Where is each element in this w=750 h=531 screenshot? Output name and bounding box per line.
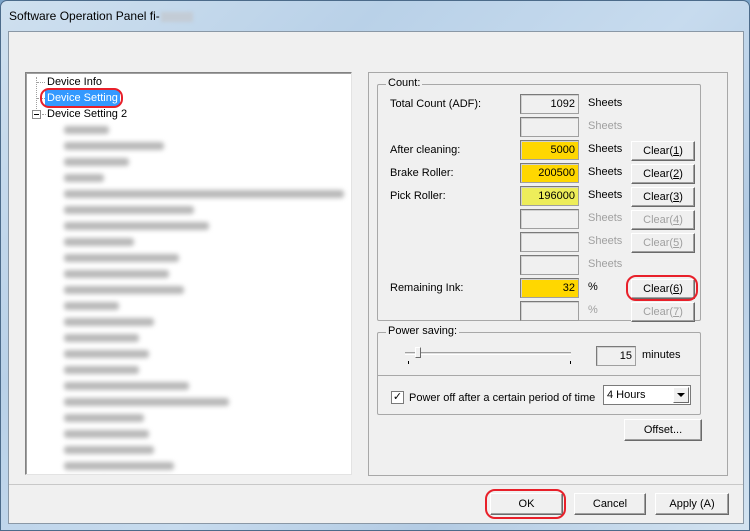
count-value-field: [520, 117, 579, 137]
slider-tick: [408, 361, 409, 364]
clear-button-4[interactable]: Clear(4): [631, 210, 695, 230]
slider-tick: [570, 361, 571, 364]
clear-button-5[interactable]: Clear(5): [631, 233, 695, 253]
dialog-client-area: Device Info Device Setting Device Settin…: [8, 31, 744, 524]
count-row-label: Brake Roller:: [390, 167, 454, 179]
tree-item-redacted[interactable]: [64, 382, 189, 390]
offset-button[interactable]: Offset...: [624, 419, 702, 441]
power-saving-group: Power saving: 15 minutes ✓ Power off aft…: [377, 325, 701, 415]
count-row-label: After cleaning:: [390, 144, 461, 156]
title-bar[interactable]: Software Operation Panel fi-: [1, 1, 749, 31]
clear-button-3[interactable]: Clear(3): [631, 187, 695, 207]
power-off-checkbox[interactable]: ✓: [391, 391, 404, 404]
power-saving-slider[interactable]: [405, 352, 571, 355]
tree-item-redacted[interactable]: [64, 334, 139, 342]
count-value-field: [520, 301, 579, 321]
slider-thumb[interactable]: [414, 347, 421, 358]
tree-item-redacted[interactable]: [64, 158, 129, 166]
tree-item-redacted[interactable]: [64, 254, 179, 262]
tree-item-redacted[interactable]: [64, 318, 154, 326]
tree-item-redacted[interactable]: [64, 398, 229, 406]
tree-item-redacted[interactable]: [64, 174, 104, 182]
tree-item-redacted[interactable]: [64, 302, 119, 310]
tree-item-redacted[interactable]: [64, 366, 139, 374]
count-group-title: Count:: [386, 77, 423, 89]
tree-item-redacted[interactable]: [64, 286, 184, 294]
ok-highlight-oval: [485, 489, 566, 519]
power-saving-minutes-field: 15: [596, 346, 636, 366]
power-saving-title: Power saving:: [386, 325, 460, 337]
count-value-field: [520, 209, 579, 229]
tree-item-device-setting-2[interactable]: Device Setting 2: [47, 106, 127, 122]
clear-button-2[interactable]: Clear(2): [631, 164, 695, 184]
count-unit-label: Sheets: [588, 258, 623, 270]
power-off-period-select[interactable]: 4 Hours: [603, 385, 691, 405]
tree-connector: [42, 114, 46, 115]
count-unit-label: Sheets: [588, 143, 623, 155]
tree-item-redacted[interactable]: [64, 430, 149, 438]
window-title: Software Operation Panel fi-: [9, 9, 193, 23]
apply-button[interactable]: Apply (A): [655, 493, 729, 515]
tree-item-redacted[interactable]: [64, 238, 134, 246]
count-value-field: 32: [520, 278, 579, 298]
clear-6-highlight-oval: [626, 275, 698, 301]
count-unit-label: Sheets: [588, 97, 623, 109]
power-off-period-value: 4 Hours: [607, 389, 646, 401]
redacted-model-number: [160, 11, 193, 22]
count-value-field: 200500: [520, 163, 579, 183]
group-divider: [378, 375, 700, 376]
minutes-label: minutes: [642, 349, 681, 361]
settings-frame: Count: Total Count (ADF): 1092 Sheets Sheet…: [368, 72, 728, 476]
count-unit-label: Sheets: [588, 120, 623, 132]
count-value-field: [520, 232, 579, 252]
clear-button-7[interactable]: Clear(7): [631, 302, 695, 322]
main-panel: Device Info Device Setting Device Settin…: [9, 32, 743, 485]
tree-item-redacted[interactable]: [64, 270, 169, 278]
tree-item-redacted[interactable]: [64, 414, 144, 422]
tree-item-redacted[interactable]: [64, 126, 109, 134]
tree-item-redacted[interactable]: [64, 206, 194, 214]
dialog-window: Software Operation Panel fi- Device Info…: [0, 0, 750, 531]
count-row-label: Pick Roller:: [390, 190, 446, 202]
count-value-field: [520, 255, 579, 275]
clear-button-1[interactable]: Clear(1): [631, 141, 695, 161]
tree-item-redacted[interactable]: [64, 446, 154, 454]
count-unit-label: %: [588, 281, 598, 293]
tree-connector: [37, 82, 45, 83]
tree-item-redacted[interactable]: [64, 222, 209, 230]
highlight-oval: [40, 88, 123, 108]
count-unit-label: Sheets: [588, 189, 623, 201]
tree-item-redacted[interactable]: [64, 190, 344, 198]
settings-tree[interactable]: Device Info Device Setting Device Settin…: [25, 72, 352, 475]
dropdown-arrow-icon[interactable]: [673, 387, 689, 403]
cancel-button[interactable]: Cancel: [574, 493, 646, 515]
count-group: Count: Total Count (ADF): 1092 Sheets Sheet…: [377, 77, 701, 322]
count-row-label: Remaining Ink:: [390, 282, 464, 294]
count-value-field: 5000: [520, 140, 579, 160]
count-unit-label: Sheets: [588, 235, 623, 247]
count-row-label: Total Count (ADF):: [390, 98, 482, 110]
count-value-field: 1092: [520, 94, 579, 114]
tree-item-redacted[interactable]: [64, 462, 174, 470]
power-off-label[interactable]: Power off after a certain period of time: [409, 392, 595, 404]
collapse-icon[interactable]: [32, 110, 41, 119]
count-unit-label: Sheets: [588, 166, 623, 178]
count-value-field: 196000: [520, 186, 579, 206]
count-unit-label: Sheets: [588, 212, 623, 224]
tree-item-redacted[interactable]: [64, 350, 149, 358]
count-unit-label: %: [588, 304, 598, 316]
tree-item-redacted[interactable]: [64, 142, 164, 150]
